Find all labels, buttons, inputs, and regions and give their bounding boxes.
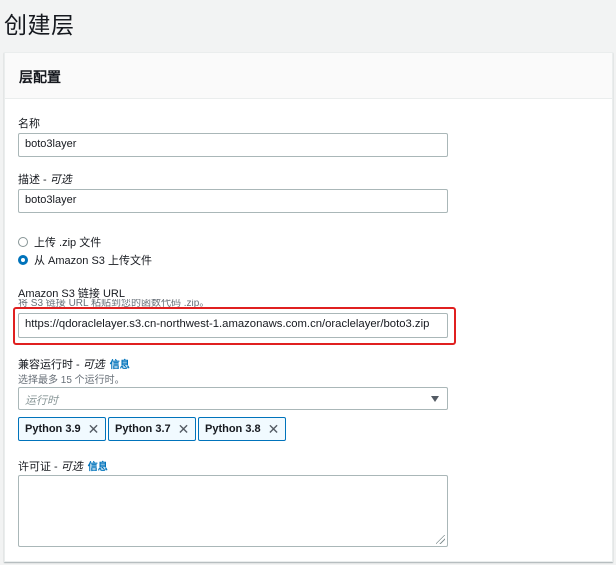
radio-unchecked-icon[interactable] [18, 237, 28, 247]
runtimes-label-text: 兼容运行时 - [18, 359, 83, 371]
name-input[interactable]: boto3layer [18, 133, 448, 157]
remove-icon[interactable]: ✕ [178, 421, 190, 438]
red-highlight-box [13, 307, 456, 345]
runtime-token-label: Python 3.7 [115, 423, 171, 435]
runtimes-info-link[interactable]: 信息 [110, 360, 130, 371]
description-input[interactable]: boto3layer [18, 189, 448, 213]
optional-text: 可选 [60, 461, 83, 473]
name-label: 名称 [18, 118, 40, 130]
upload-zip-option[interactable]: 上传 .zip 文件 [18, 234, 101, 250]
panel-title: 层配置 [19, 69, 61, 85]
runtime-token-label: Python 3.9 [25, 423, 81, 435]
upload-s3-label: 从 Amazon S3 上传文件 [34, 255, 152, 267]
upload-s3-option[interactable]: 从 Amazon S3 上传文件 [18, 252, 152, 268]
description-label-text: 描述 - [18, 174, 50, 186]
runtime-token: Python 3.8 ✕ [198, 417, 287, 441]
license-label-text: 许可证 - [18, 461, 61, 473]
runtime-token-label: Python 3.8 [205, 423, 261, 435]
license-label: 许可证 - 可选 信息 [18, 458, 108, 474]
runtime-token: Python 3.7 ✕ [108, 417, 197, 441]
license-info-link[interactable]: 信息 [88, 462, 108, 473]
runtime-token: Python 3.9 ✕ [18, 417, 107, 441]
remove-icon[interactable]: ✕ [88, 421, 100, 438]
page-title: 创建层 [4, 12, 75, 38]
description-label: 描述 - 可选 [18, 171, 72, 187]
runtimes-hint: 选择最多 15 个运行时。 [18, 375, 125, 386]
radio-checked-icon[interactable] [18, 255, 28, 265]
optional-text: 可选 [82, 359, 105, 371]
panel-header: 层配置 [5, 53, 612, 99]
caret-down-icon[interactable] [431, 396, 439, 402]
runtimes-select[interactable]: 运行时 [18, 387, 448, 410]
runtimes-label: 兼容运行时 - 可选 信息 [18, 356, 130, 372]
upload-zip-label: 上传 .zip 文件 [34, 237, 102, 249]
runtimes-placeholder: 运行时 [25, 395, 58, 407]
remove-icon[interactable]: ✕ [268, 421, 280, 438]
resize-handle-icon[interactable] [436, 535, 445, 544]
layer-config-panel: 层配置 名称 boto3layer 描述 - 可选 boto3layer 上传 … [4, 52, 613, 562]
license-textarea[interactable] [18, 475, 448, 547]
s3-url-hint: 将 S3 链接 URL 粘贴到您的函数代码 .zip。 [18, 299, 210, 307]
optional-text: 可选 [49, 174, 72, 186]
